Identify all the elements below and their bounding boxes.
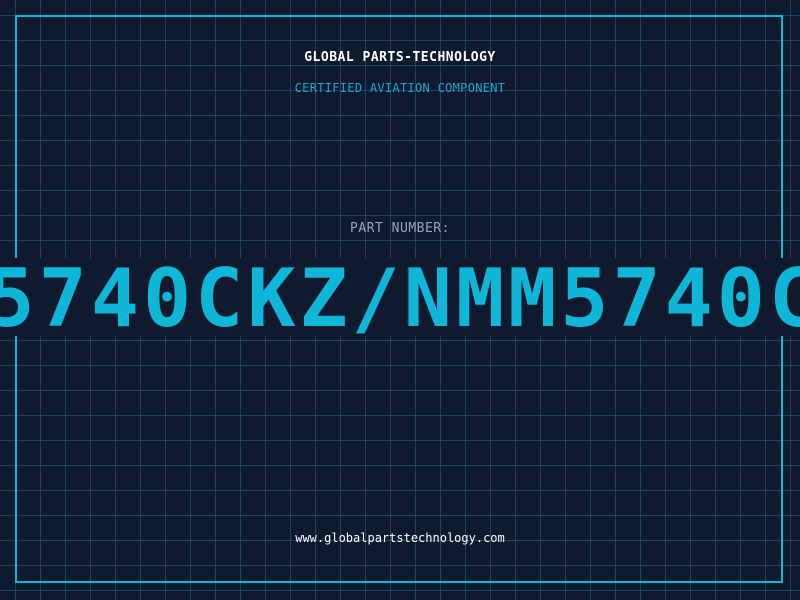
company-title: GLOBAL PARTS-TECHNOLOGY [304,50,496,65]
certificate-page: GLOBAL PARTS-TECHNOLOGY CERTIFIED AVIATI… [0,0,800,600]
website-link[interactable]: www.globalpartstechnology.com [0,531,800,545]
part-number-label: PART NUMBER: [350,221,450,236]
company-tagline: CERTIFIED AVIATION COMPONENT [294,81,506,95]
part-number-band: NMM5740CKZ/NMM5740CKZ/NMM5740CKZ/ [0,258,800,336]
part-number-value: NMM5740CKZ/NMM5740CKZ/NMM5740CKZ/ [0,258,800,337]
